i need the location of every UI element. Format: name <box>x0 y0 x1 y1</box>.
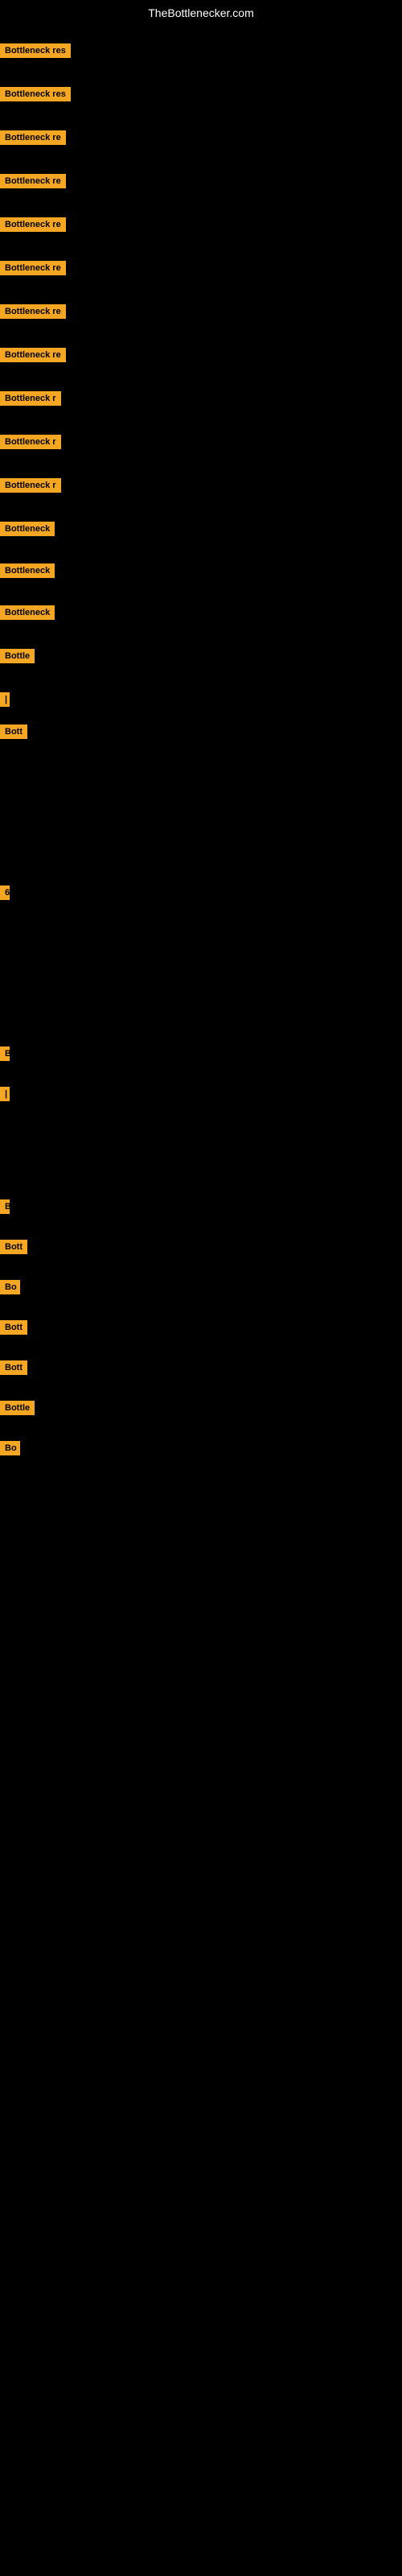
bottleneck-badge-8: Bottleneck re <box>0 348 66 362</box>
bottleneck-badge-11: Bottleneck r <box>0 478 61 493</box>
bottleneck-badge-21: B <box>0 1199 10 1214</box>
bottleneck-badge-13: Bottleneck <box>0 564 55 578</box>
bottleneck-badge-24: Bott <box>0 1320 27 1335</box>
bottleneck-badge-19: B <box>0 1046 10 1061</box>
bottleneck-badge-15: Bottle <box>0 649 35 663</box>
bottleneck-badge-1: Bottleneck res <box>0 43 71 58</box>
bottleneck-badge-17: Bott <box>0 724 27 739</box>
bottleneck-badge-20: | <box>0 1087 10 1101</box>
bottleneck-badge-3: Bottleneck re <box>0 130 66 145</box>
bottleneck-badge-12: Bottleneck <box>0 522 55 536</box>
bottleneck-badge-10: Bottleneck r <box>0 435 61 449</box>
bottleneck-badge-16: | <box>0 692 10 707</box>
bottleneck-badge-4: Bottleneck re <box>0 174 66 188</box>
bottleneck-badge-14: Bottleneck <box>0 605 55 620</box>
bottleneck-badge-27: Bo <box>0 1441 20 1455</box>
bottleneck-badge-18: 6 <box>0 886 10 900</box>
bottleneck-badge-5: Bottleneck re <box>0 217 66 232</box>
bottleneck-badge-26: Bottle <box>0 1401 35 1415</box>
bottleneck-badge-25: Bott <box>0 1360 27 1375</box>
bottleneck-badge-7: Bottleneck re <box>0 304 66 319</box>
site-title: TheBottlenecker.com <box>0 0 402 23</box>
bottleneck-badge-6: Bottleneck re <box>0 261 66 275</box>
bottleneck-badge-9: Bottleneck r <box>0 391 61 406</box>
bottleneck-badge-23: Bo <box>0 1280 20 1294</box>
bottleneck-badge-22: Bott <box>0 1240 27 1254</box>
bottleneck-badge-2: Bottleneck res <box>0 87 71 101</box>
